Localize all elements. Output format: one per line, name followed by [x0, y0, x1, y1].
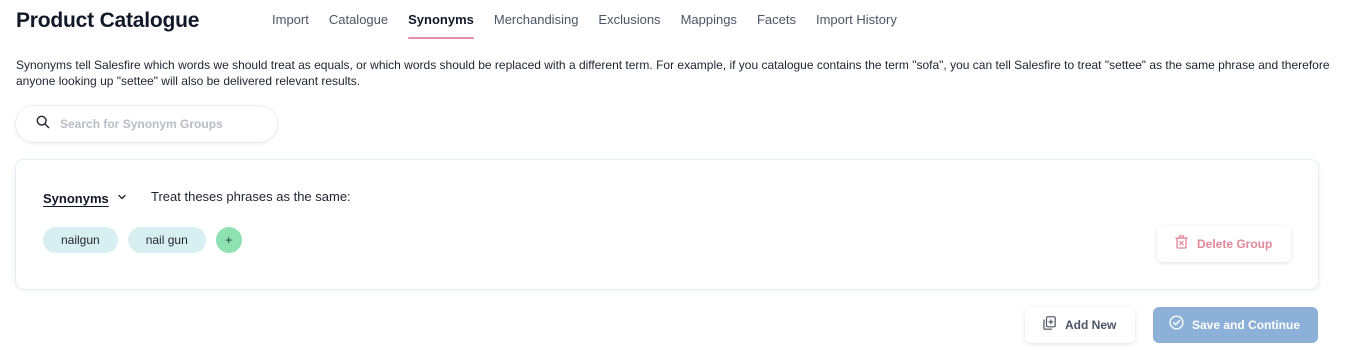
- group-description: Treat theses phrases as the same:: [151, 189, 351, 204]
- tab-bar: Import Catalogue Synonyms Merchandising …: [262, 0, 907, 40]
- tab-facets[interactable]: Facets: [747, 0, 806, 40]
- copy-add-icon: [1043, 315, 1056, 335]
- page-title: Product Catalogue: [16, 9, 200, 32]
- check-circle-icon: [1169, 315, 1184, 335]
- trash-icon: [1175, 234, 1188, 254]
- search-icon: [36, 115, 50, 134]
- delete-group-button[interactable]: Delete Group: [1157, 226, 1291, 262]
- page-description: Synonyms tell Salesfire which words we s…: [16, 58, 1330, 88]
- tab-mappings[interactable]: Mappings: [671, 0, 747, 40]
- search-box[interactable]: [16, 106, 277, 142]
- tab-import[interactable]: Import: [262, 0, 319, 40]
- tab-exclusions[interactable]: Exclusions: [588, 0, 670, 40]
- delete-group-label: Delete Group: [1197, 237, 1273, 251]
- group-type-dropdown[interactable]: Synonyms: [43, 189, 127, 207]
- tab-catalogue[interactable]: Catalogue: [319, 0, 398, 40]
- save-and-continue-label: Save and Continue: [1192, 318, 1301, 332]
- synonym-group-card: Synonyms Treat theses phrases as the sam…: [16, 160, 1318, 289]
- tab-merchandising[interactable]: Merchandising: [484, 0, 589, 40]
- phrase-list: nailgun nail gun +: [43, 227, 242, 253]
- group-type-label: Synonyms: [43, 190, 109, 206]
- add-new-label: Add New: [1065, 318, 1117, 332]
- phrase-chip[interactable]: nail gun: [127, 227, 206, 253]
- tab-synonyms[interactable]: Synonyms: [398, 0, 484, 40]
- phrase-chip[interactable]: nailgun: [43, 227, 118, 253]
- chevron-down-icon: [109, 189, 127, 207]
- search-input[interactable]: [60, 117, 260, 131]
- add-phrase-button[interactable]: +: [215, 227, 242, 253]
- header: Product Catalogue Import Catalogue Synon…: [16, 0, 1336, 40]
- save-and-continue-button[interactable]: Save and Continue: [1153, 307, 1318, 343]
- tab-import-history[interactable]: Import History: [806, 0, 907, 40]
- add-new-button[interactable]: Add New: [1025, 307, 1135, 343]
